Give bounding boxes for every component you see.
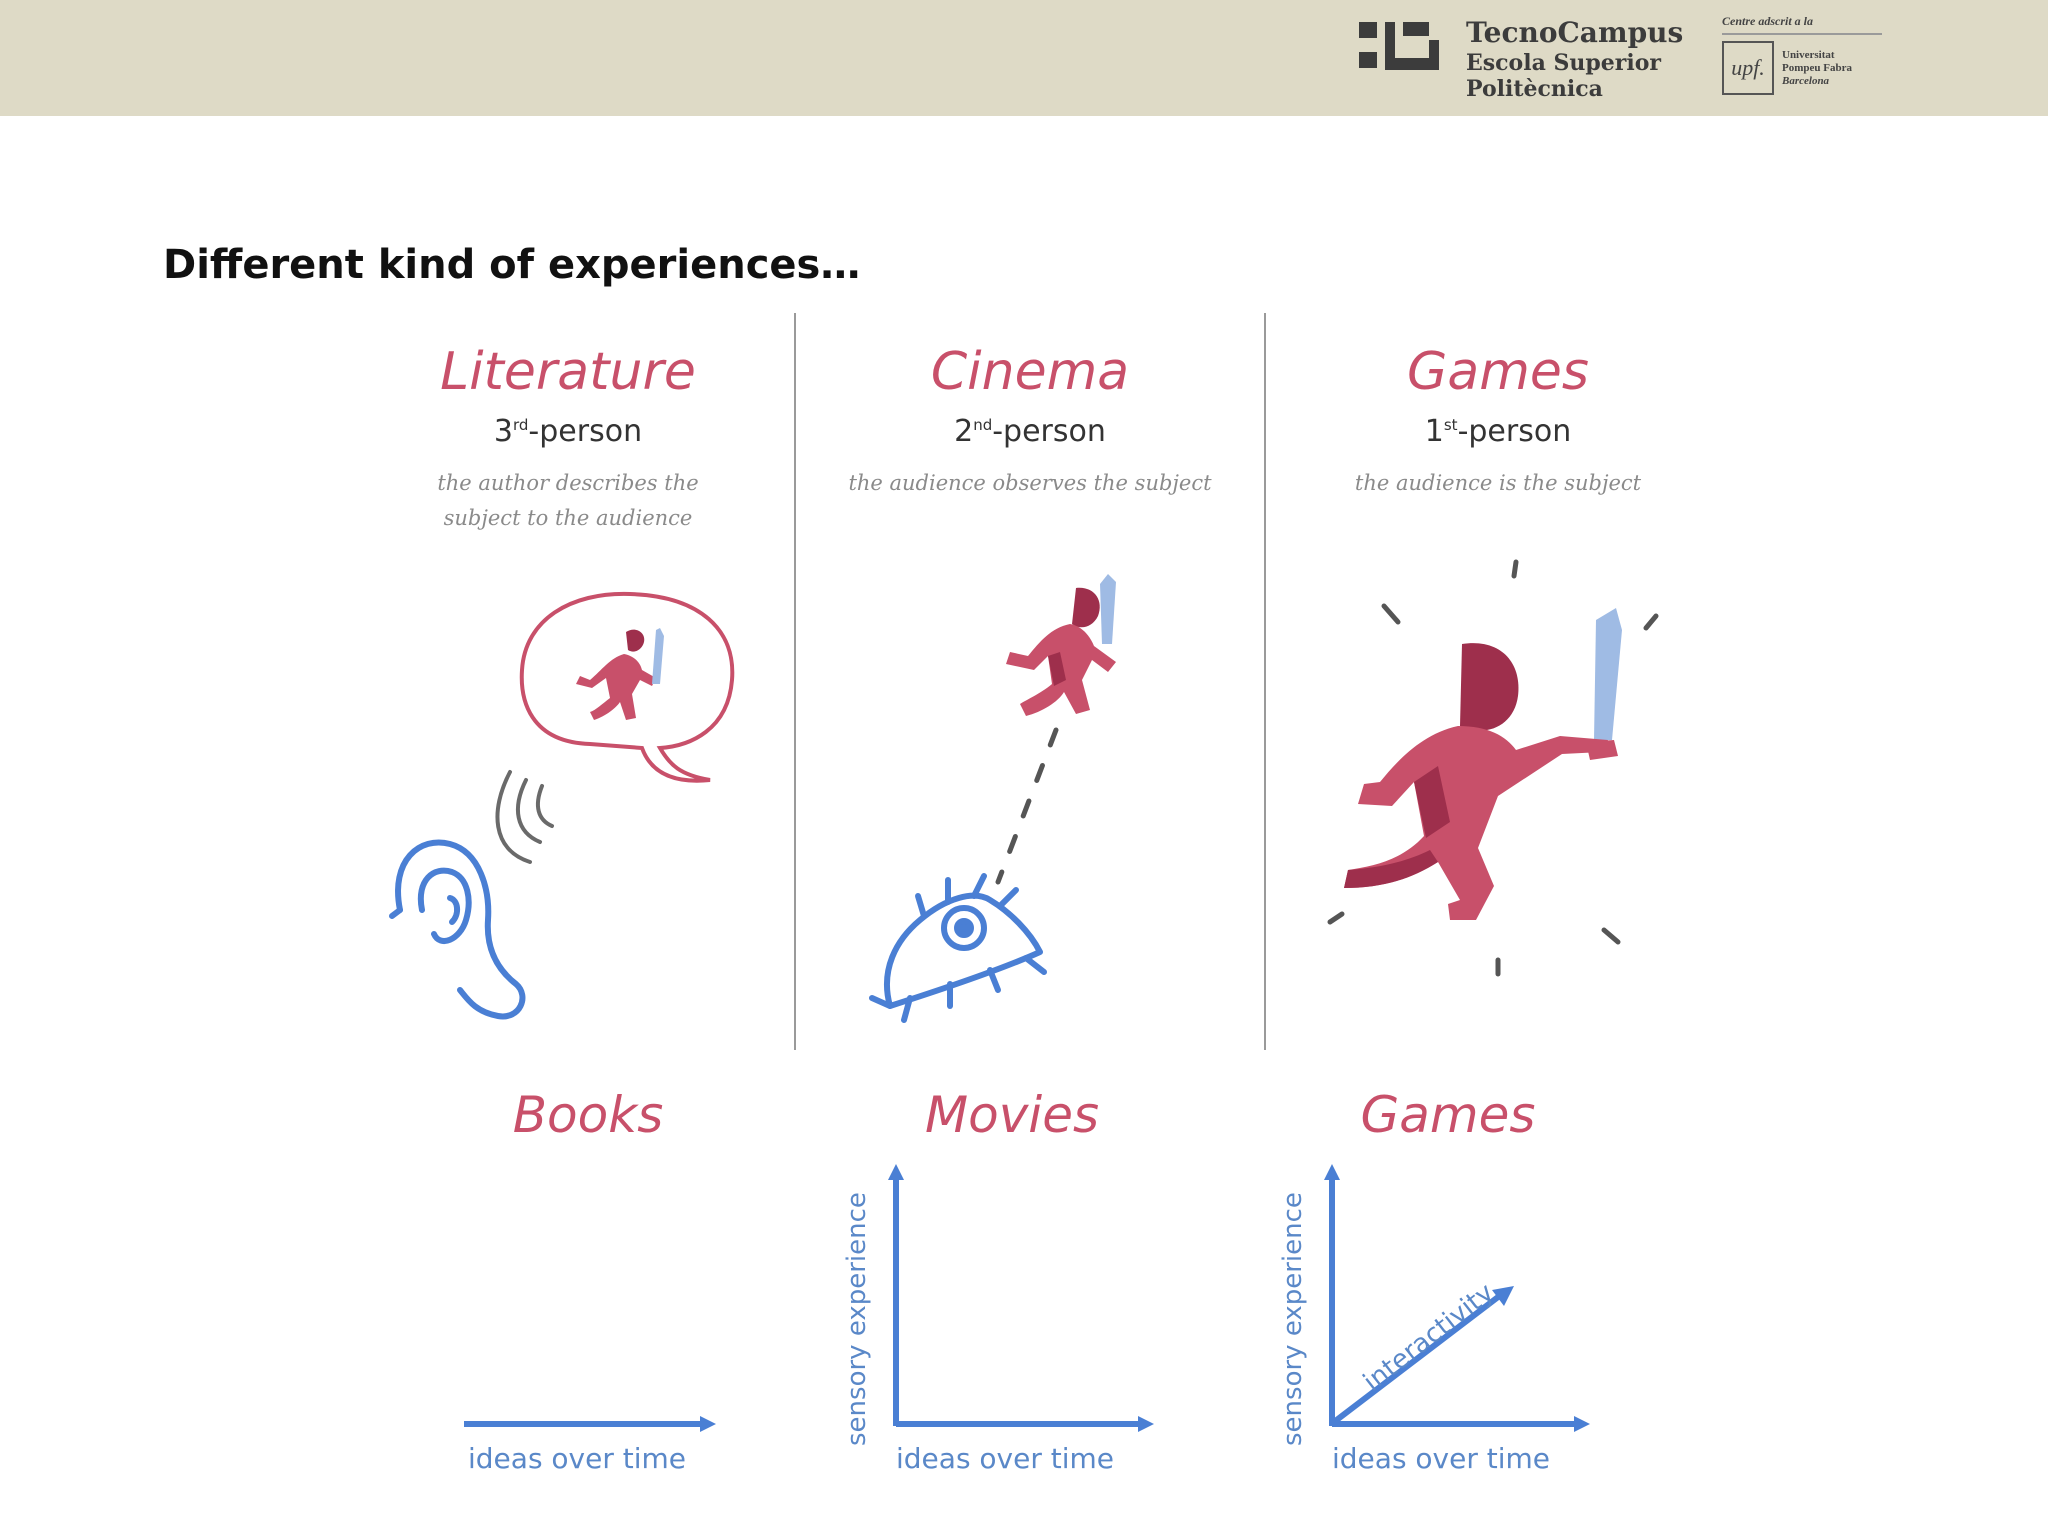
runner-with-sword-icon: [1006, 574, 1116, 716]
eye-icon: [869, 873, 1047, 1023]
column-title-literature: Literature: [440, 342, 696, 402]
arrowhead-icon: [1574, 1416, 1590, 1432]
media-title-books: Books: [512, 1086, 664, 1144]
upf-line2: Pompeu Fabra: [1782, 61, 1852, 74]
arrowhead-icon: [1138, 1416, 1154, 1432]
tecnocampus-line3: Politècnica: [1466, 76, 1603, 102]
upf-logo: Centre adscrit a la upf. Universitat Pom…: [1722, 14, 1882, 95]
cinema-illustration: [869, 574, 1116, 1023]
upf-mark: upf.: [1722, 41, 1774, 95]
arrowhead-icon: [1324, 1164, 1340, 1180]
runner-with-sword-icon: [576, 628, 664, 720]
column-title-games: Games: [1407, 342, 1589, 402]
sound-waves-icon: [495, 770, 554, 864]
header-bar: TecnoCampus Escola Superior Politècnica …: [0, 0, 2048, 116]
media-title-games: Games: [1360, 1086, 1536, 1144]
movies-y-label: sensory experience: [842, 1192, 872, 1446]
runner-with-sword-icon: [1344, 608, 1622, 920]
arrowhead-icon: [888, 1164, 904, 1180]
upf-tagline: Centre adscrit a la: [1722, 14, 1882, 35]
column-desc-games: the audience is the subject: [1354, 471, 1642, 495]
games-illustration: [1327, 559, 1659, 977]
books-x-label: ideas over time: [468, 1442, 687, 1475]
arrowhead-icon: [700, 1416, 716, 1432]
movies-axes: [888, 1164, 1154, 1432]
column-person-cinema: 2nd-person: [954, 414, 1106, 449]
dashed-sightline: [995, 727, 1059, 885]
column-desc-literature: the author describes the subject to the …: [437, 471, 699, 530]
media-title-movies: Movies: [924, 1086, 1100, 1144]
slide-title: Different kind of experiences…: [163, 242, 861, 288]
games-x-label: ideas over time: [1332, 1442, 1551, 1475]
upf-line3: Barcelona: [1782, 74, 1830, 87]
tecnocampus-text: TecnoCampus Escola Superior Politècnica: [1466, 16, 1683, 102]
literature-illustration: [389, 591, 735, 1020]
games-y-label: sensory experience: [1278, 1192, 1308, 1446]
column-person-games: 1st-person: [1424, 414, 1572, 449]
movies-x-label: ideas over time: [896, 1442, 1115, 1475]
books-axes: [464, 1416, 716, 1432]
tecnocampus-line2: Escola Superior: [1466, 50, 1661, 76]
tecnocampus-logo-icon: [1359, 22, 1439, 70]
column-desc-cinema: the audience observes the subject: [848, 471, 1212, 495]
upf-line1: Universitat: [1782, 48, 1835, 61]
column-person-literature: 3rd-person: [493, 414, 643, 449]
column-title-cinema: Cinema: [930, 342, 1130, 402]
ear-icon: [389, 839, 526, 1020]
tecnocampus-name: TecnoCampus: [1466, 16, 1684, 49]
